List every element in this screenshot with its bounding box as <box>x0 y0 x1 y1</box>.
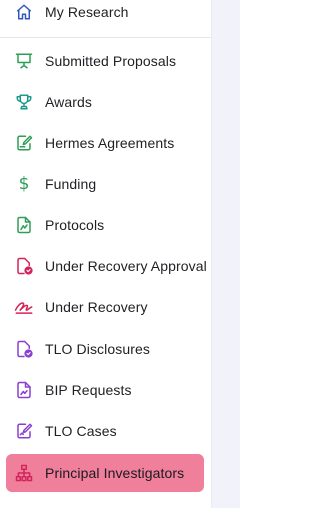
sidebar-item-label: Under Recovery Approval <box>45 258 207 274</box>
sidebar-item-principal-investigators[interactable]: Principal Investigators <box>6 454 204 492</box>
sidebar-item-tlo-disclosures[interactable]: TLO Disclosures <box>6 330 204 368</box>
sidebar-item-under-recovery[interactable]: Under Recovery <box>6 288 204 326</box>
sidebar-item-label: BIP Requests <box>45 382 132 398</box>
sidebar-item-hermes-agreements[interactable]: Hermes Agreements <box>6 124 204 162</box>
home-icon <box>14 2 34 22</box>
sidebar-item-awards[interactable]: Awards <box>6 83 204 121</box>
dollar-icon: $ <box>18 174 30 194</box>
sidebar-item-label: Protocols <box>45 217 105 233</box>
org-chart-icon <box>14 463 34 483</box>
sidebar-next-item-icon <box>14 503 32 508</box>
app-frame: My Research Submitted Proposals Awards H… <box>0 0 240 508</box>
sidebar-item-label: TLO Disclosures <box>45 341 150 357</box>
sidebar-divider <box>0 37 211 38</box>
edit-case-icon <box>14 421 34 441</box>
document-check-icon <box>14 256 34 276</box>
document-edit-icon <box>14 133 34 153</box>
sidebar-nav: My Research Submitted Proposals Awards H… <box>0 0 211 508</box>
sidebar-item-funding[interactable]: $ Funding <box>6 165 204 203</box>
presentation-icon <box>14 51 34 71</box>
document-badge-icon <box>14 339 34 359</box>
sidebar-item-submitted-proposals[interactable]: Submitted Proposals <box>6 42 204 80</box>
sidebar-item-label: TLO Cases <box>45 423 117 439</box>
sidebar-item-label: My Research <box>45 4 129 20</box>
sidebar-item-label: Awards <box>45 94 93 110</box>
trophy-icon <box>14 92 34 112</box>
sidebar-item-label: Submitted Proposals <box>45 53 177 69</box>
image-document-icon <box>14 380 34 400</box>
sidebar-item-tlo-cases[interactable]: TLO Cases <box>6 412 204 450</box>
signature-icon <box>14 297 34 317</box>
main-content-area <box>212 0 240 508</box>
protocol-document-icon <box>14 215 34 235</box>
sidebar-item-under-recovery-approval[interactable]: Under Recovery Approval <box>6 247 207 285</box>
sidebar-item-bip-requests[interactable]: BIP Requests <box>6 371 204 409</box>
sidebar-item-label: Funding <box>45 176 97 192</box>
sidebar-item-label: Under Recovery <box>45 299 148 315</box>
sidebar-item-my-research[interactable]: My Research <box>6 0 204 31</box>
sidebar-item-protocols[interactable]: Protocols <box>6 206 204 244</box>
sidebar-item-label: Hermes Agreements <box>45 135 175 151</box>
sidebar-item-label: Principal Investigators <box>45 465 185 481</box>
